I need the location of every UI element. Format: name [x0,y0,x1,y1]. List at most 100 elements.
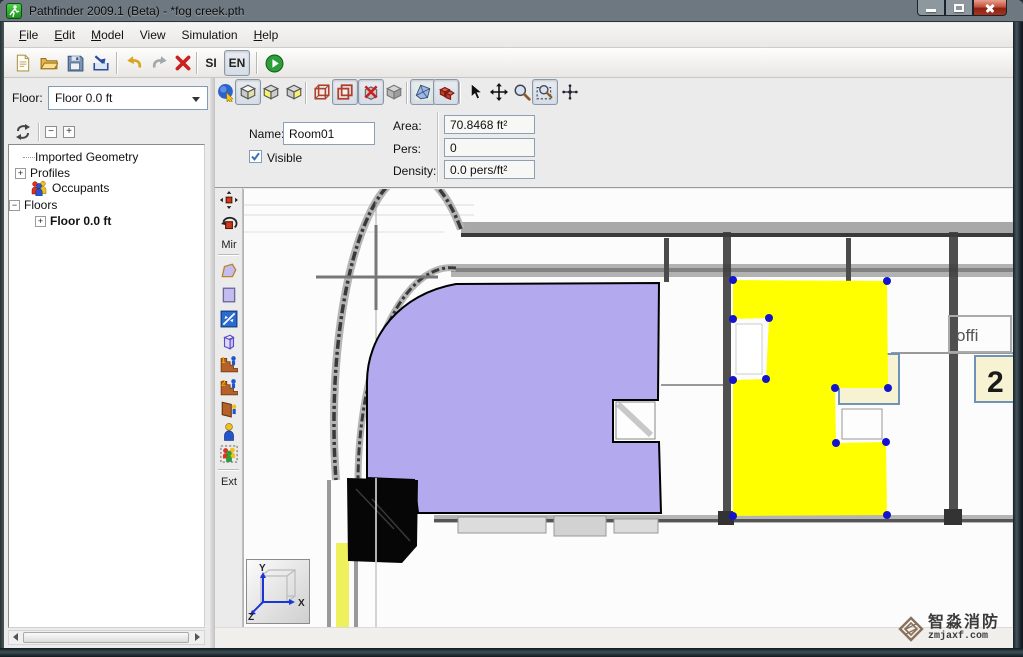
menu-help[interactable]: Help [247,25,286,45]
new-file-icon [14,54,32,72]
separator [218,254,239,255]
cursor-icon [468,84,484,100]
axis-orientation-widget: Y X Z [246,559,310,624]
import-image-icon [92,54,110,72]
floor-label: Floor: [12,91,43,105]
tree-item-occupants[interactable]: Occupants [31,180,109,196]
area-value-field: 70.8468 ft² [444,115,535,134]
bg-wall [723,232,731,520]
door-icon [220,310,238,328]
visible-checkbox[interactable] [249,150,262,163]
bg-office-text: offi [956,326,978,345]
status-bar [215,627,1013,648]
stairs-two-point-tool[interactable]: 2 [217,376,240,398]
close-button[interactable] [973,0,1007,16]
new-button[interactable] [10,50,36,76]
zoom-box-tool-button[interactable] [532,79,558,105]
check-icon [250,151,261,162]
floor-dropdown-value: Floor 0.0 ft [55,91,112,105]
window-title: Pathfinder 2009.1 (Beta) - *fog creek.pt… [29,4,244,18]
run-play-icon [265,54,284,73]
add-occupant-group-tool[interactable] [217,443,240,465]
move-object-tool[interactable] [217,189,240,211]
bg-wall [949,232,958,525]
delete-button[interactable] [170,50,196,76]
room-property-panel: Name: Room01 Visible Area: 70.8468 ft² P… [215,107,1013,188]
polygon-room-tool[interactable] [217,260,240,282]
outline-button[interactable] [332,79,358,105]
units-en-button[interactable]: EN [224,50,250,76]
magnifier-box-icon [536,83,554,101]
ramp-tool[interactable] [217,398,240,420]
expand-icon[interactable]: + [15,168,26,179]
tree-item-profiles[interactable]: +Profiles [15,165,70,181]
units-si-button[interactable]: SI [200,50,222,76]
svg-text:1: 1 [221,356,226,365]
pers-label: Pers: [393,142,421,156]
expand-icon[interactable]: + [35,216,46,227]
tree-item-floor-0[interactable]: +Floor 0.0 ft [35,213,111,229]
expand-all-button[interactable]: + [63,126,75,138]
obstruction-tool[interactable] [217,331,240,353]
maximize-button[interactable] [945,0,973,16]
main-toolbar: SI EN [4,48,1013,78]
menu-view[interactable]: View [133,25,173,45]
watermark: 智淼消防 zmjaxf.com [898,615,1000,642]
open-folder-icon [40,54,58,72]
room-name-input[interactable]: Room01 [283,122,375,145]
swap-view-icon[interactable] [14,123,32,141]
save-floppy-icon [66,54,84,72]
add-occupant-tool[interactable] [217,421,240,443]
menubar: File Edit Model View Simulation Help [4,23,1013,48]
menu-edit[interactable]: Edit [47,25,82,45]
tree-horizontal-scrollbar[interactable] [8,630,205,645]
view-side-button[interactable] [281,79,307,105]
show-objects-button[interactable] [433,79,459,105]
extrude-tool[interactable]: Ext [215,476,243,488]
import-button[interactable] [88,50,114,76]
scroll-left-icon[interactable] [13,633,18,641]
snap-point-tool-button[interactable] [557,79,583,105]
floorplan-canvas[interactable]: offi 2 [243,189,1012,627]
rectangle-room-tool[interactable] [217,284,240,306]
window-border-left [0,22,4,648]
run-simulation-button[interactable] [261,50,287,76]
tree-item-floors[interactable]: −Floors [9,197,57,213]
rotate-object-icon [220,215,238,233]
axis-x-label: X [298,598,305,609]
separator [218,469,239,470]
occupant-group-icon [220,445,238,463]
titlebar[interactable]: Pathfinder 2009.1 (Beta) - *fog creek.pt… [0,0,1023,22]
menu-model[interactable]: Model [84,25,131,45]
solid-geometry-button[interactable] [381,79,407,105]
save-button[interactable] [62,50,88,76]
separator [38,123,39,141]
stairs-icon: 2 [220,378,238,396]
tree-item-imported-geometry[interactable]: Imported Geometry [23,149,138,165]
watermark-name: 智淼消防 [928,615,1000,631]
minimize-button[interactable] [917,0,945,16]
watermark-logo-icon [898,616,924,642]
collapse-all-button[interactable]: − [45,126,57,138]
menu-simulation[interactable]: Simulation [175,25,245,45]
floorplan-drawing: offi 2 [244,189,1013,627]
collapse-icon[interactable]: − [9,200,20,211]
polygon-room-icon [220,262,238,280]
navigation-panel: − + Imported Geometry +Profiles Occupant… [4,118,210,648]
mirror-tool[interactable]: Mir [215,239,243,251]
room-polygon[interactable] [367,283,661,513]
model-tree[interactable]: Imported Geometry +Profiles Occupants −F… [8,144,205,628]
area-label: Area: [393,119,422,133]
scroll-right-icon[interactable] [195,633,200,641]
undo-button[interactable] [121,50,147,76]
scrollbar-thumb[interactable] [23,632,189,643]
floor-dropdown[interactable]: Floor 0.0 ft [48,86,208,110]
open-button[interactable] [36,50,62,76]
menu-file[interactable]: File [12,25,45,45]
rotate-object-tool[interactable] [217,213,240,235]
magnifier-icon [513,83,531,101]
door-tool[interactable] [217,308,240,330]
maximize-icon [954,4,964,12]
rectangle-room-icon [220,286,238,304]
stairs-one-point-tool[interactable]: 1 [217,353,240,375]
